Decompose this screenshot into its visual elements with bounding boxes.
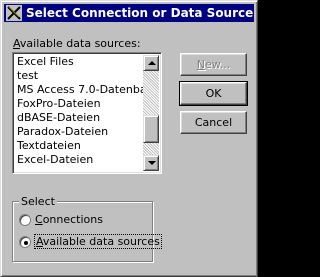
list-item[interactable]: Paradox-Dateien: [15, 125, 143, 139]
scroll-up-button[interactable]: [143, 55, 159, 71]
list-item[interactable]: dBASE-Dateien: [15, 111, 143, 125]
radio-selected-dot: [24, 241, 28, 245]
available-sources-label: Available data sources: [34, 234, 162, 249]
data-sources-listbox[interactable]: Excel Files test MS Access 7.0-Datenbank…: [12, 52, 162, 174]
database-app-icon: [6, 5, 22, 21]
scroll-down-button[interactable]: [143, 155, 159, 171]
select-group-label: Select: [19, 195, 57, 208]
scroll-thumb[interactable]: [143, 115, 159, 143]
list-item[interactable]: Excel Files: [15, 55, 143, 69]
dialog-window: Select Connection or Data Source Availab…: [0, 0, 258, 277]
sources-label: Available data sources:: [13, 37, 141, 50]
list-item[interactable]: FoxPro-Dateien: [15, 97, 143, 111]
connections-label: Connections: [35, 213, 103, 226]
list-item[interactable]: test: [15, 69, 143, 83]
title-bar[interactable]: Select Connection or Data Source: [4, 4, 254, 22]
list-item[interactable]: MS Access 7.0-Datenbank: [15, 83, 143, 97]
list-item[interactable]: Excel-Dateien: [15, 153, 143, 167]
radio-circle[interactable]: [19, 236, 31, 248]
cancel-button[interactable]: Cancel: [180, 111, 247, 134]
window-title: Select Connection or Data Source: [26, 6, 254, 20]
list-items: Excel Files test MS Access 7.0-Datenbank…: [15, 55, 143, 173]
arrow-up-icon: [148, 61, 156, 65]
select-groupbox: [12, 201, 153, 262]
ok-button[interactable]: OK: [179, 81, 248, 106]
list-item[interactable]: Textdateien: [15, 139, 143, 153]
radio-circle[interactable]: [19, 214, 31, 226]
arrow-down-icon: [148, 161, 156, 165]
new-button[interactable]: New...: [180, 53, 247, 76]
vertical-scrollbar[interactable]: [143, 55, 159, 171]
